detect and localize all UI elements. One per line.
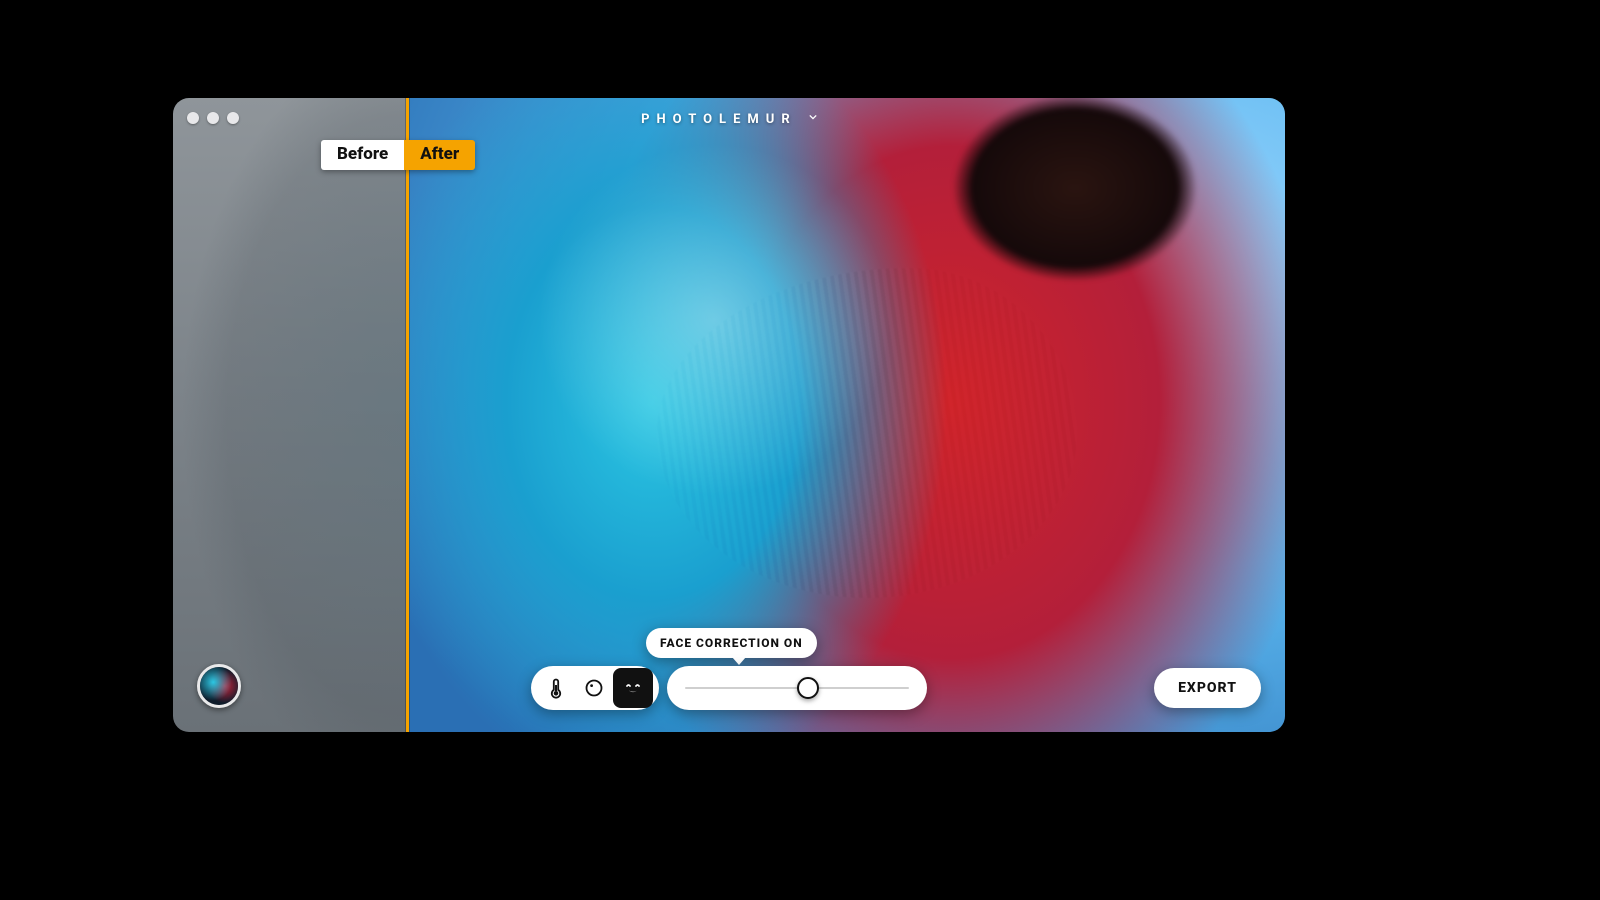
thumbnail-image — [200, 667, 238, 705]
before-tab[interactable]: Before — [321, 140, 404, 170]
app-title-text: PHOTOLEMUR — [641, 112, 797, 127]
photo-before — [173, 98, 407, 732]
bottom-toolbar — [531, 666, 927, 710]
face-correction-tooltip: FACE CORRECTION ON — [646, 628, 817, 658]
enhancement-slider[interactable] — [667, 666, 927, 710]
export-label: EXPORT — [1178, 680, 1237, 696]
tint-button[interactable] — [575, 670, 613, 706]
face-correction-button[interactable] — [613, 668, 653, 708]
tool-group — [531, 666, 659, 710]
photo-after — [407, 98, 1285, 732]
app-window: PHOTOLEMUR Before After FACE CORRECTION … — [173, 98, 1285, 732]
temperature-button[interactable] — [537, 670, 575, 706]
image-thumbnail[interactable] — [197, 664, 241, 708]
after-tab[interactable]: After — [404, 140, 475, 170]
before-after-toggle[interactable]: Before After — [321, 140, 475, 170]
tooltip-text: FACE CORRECTION ON — [660, 636, 803, 650]
slider-thumb[interactable] — [797, 677, 819, 699]
chevron-down-icon[interactable] — [809, 110, 817, 125]
compare-divider[interactable] — [406, 98, 409, 732]
thermometer-icon — [547, 677, 565, 699]
slider-track — [685, 687, 909, 689]
circle-icon — [584, 678, 604, 698]
face-icon — [622, 677, 644, 699]
app-title: PHOTOLEMUR — [173, 112, 1285, 127]
export-button[interactable]: EXPORT — [1154, 668, 1261, 708]
